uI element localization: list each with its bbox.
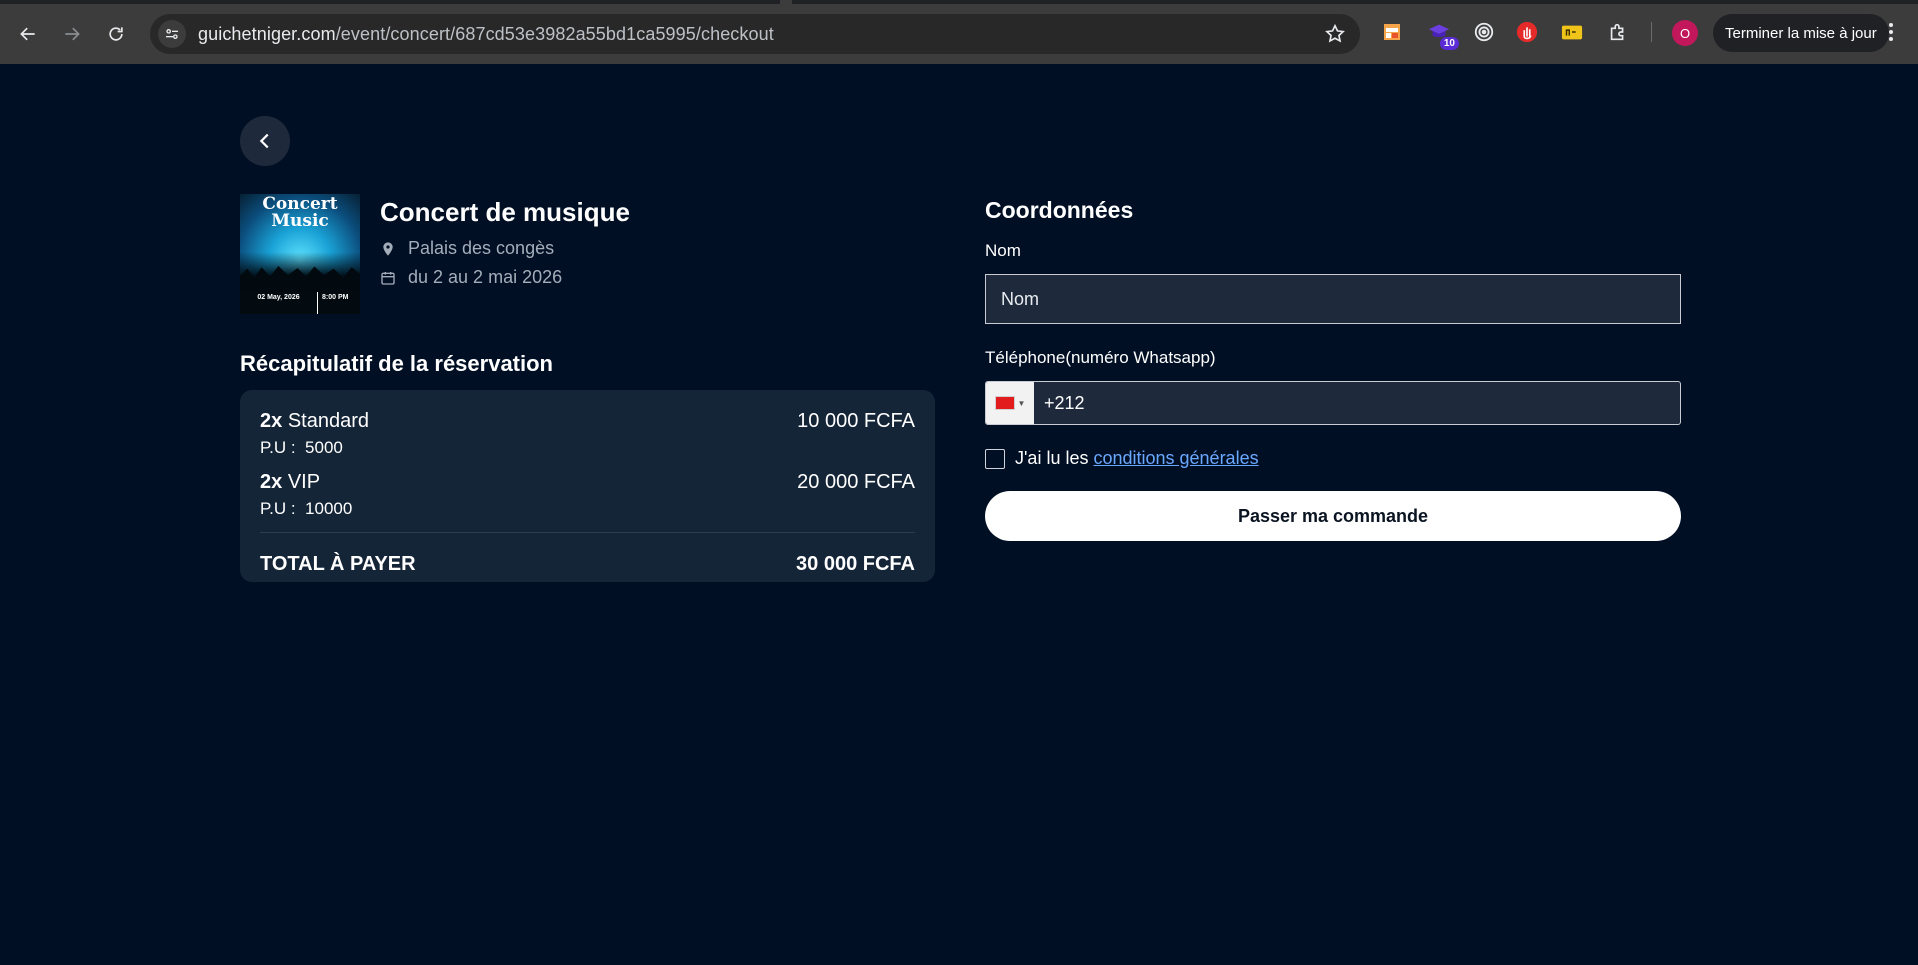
- profile-avatar[interactable]: O: [1672, 20, 1698, 46]
- booking-summary: 2x Standard 10 000 FCFA P.U : 5000 2x VI…: [240, 390, 935, 582]
- phone-field: ▼: [985, 381, 1681, 425]
- toolbar-divider: [1651, 22, 1652, 42]
- form-heading: Coordonnées: [985, 197, 1134, 223]
- extensions-puzzle-icon[interactable]: [1606, 20, 1630, 44]
- total-row: TOTAL À PAYER 30 000 FCFA: [260, 553, 915, 576]
- extension-graduation-icon[interactable]: 10: [1427, 20, 1459, 50]
- event-poster: Concert Music 02 May, 2026 8:00 PM: [240, 194, 360, 314]
- terms-row: J'ai lu les conditions générales: [985, 448, 1681, 469]
- extension-calendar-icon[interactable]: [1380, 20, 1404, 44]
- tab-strip: [0, 0, 1918, 4]
- unit-price-label: P.U :: [260, 438, 296, 457]
- total-value: 30 000 FCFA: [796, 553, 915, 575]
- terms-checkbox[interactable]: [985, 448, 1005, 469]
- place-order-button[interactable]: Passer ma commande: [985, 491, 1681, 541]
- phone-input[interactable]: [1034, 382, 1680, 424]
- ticket-line-vip: 2x VIP 20 000 FCFA P.U : 10000: [260, 471, 915, 519]
- unit-price-label: P.U :: [260, 499, 296, 518]
- name-label: Nom: [985, 241, 1021, 260]
- poster-time: 8:00 PM: [322, 294, 349, 301]
- event-location: Palais des congès: [380, 238, 630, 259]
- ticket-price: 20 000 FCFA: [797, 471, 915, 493]
- url-text: guichetniger.com/event/concert/687cd53e3…: [198, 23, 774, 44]
- more-menu-icon[interactable]: [1888, 22, 1894, 47]
- country-code-selector[interactable]: ▼: [986, 382, 1034, 424]
- terms-link[interactable]: conditions générales: [1093, 448, 1258, 469]
- caret-down-icon: ▼: [1017, 398, 1026, 408]
- site-settings-icon[interactable]: [158, 20, 186, 48]
- location-pin-icon: [383, 241, 393, 256]
- checkout-page: Concert Music 02 May, 2026 8:00 PM Conce…: [0, 64, 1918, 965]
- extension-target-icon[interactable]: [1472, 20, 1496, 44]
- recap-heading: Récapitulatif de la réservation: [240, 351, 553, 376]
- unit-price: 10000: [305, 499, 353, 518]
- event-dates: du 2 au 2 mai 2026: [380, 267, 630, 288]
- phone-label: Téléphone(numéro Whatsapp): [985, 348, 1216, 367]
- terms-text: J'ai lu les: [1015, 448, 1089, 468]
- back-arrow-icon[interactable]: [10, 16, 46, 52]
- total-label: TOTAL À PAYER: [260, 553, 416, 575]
- poster-date: 02 May, 2026: [240, 292, 318, 314]
- ticket-name: Standard: [287, 410, 369, 432]
- ticket-name: VIP: [287, 471, 321, 493]
- back-button[interactable]: [240, 116, 290, 166]
- extension-folder-icon[interactable]: [1560, 20, 1584, 44]
- name-input[interactable]: [985, 274, 1681, 324]
- extension-badge: 10: [1439, 37, 1459, 50]
- summary-divider: [260, 532, 915, 533]
- chevron-left-icon: [259, 133, 269, 149]
- ticket-qty: 2x: [260, 471, 283, 493]
- contact-form: Coordonnées Nom Téléphone(numéro Whatsap…: [985, 197, 1681, 541]
- ticket-qty: 2x: [260, 410, 283, 432]
- flag-icon: [994, 396, 1015, 410]
- address-bar[interactable]: guichetniger.com/event/concert/687cd53e3…: [150, 14, 1360, 54]
- ticket-price: 10 000 FCFA: [797, 410, 915, 432]
- event-title: Concert de musique: [380, 197, 630, 227]
- poster-title: Concert Music: [262, 194, 338, 231]
- extension-hand-icon[interactable]: [1515, 20, 1539, 44]
- calendar-icon: [381, 271, 395, 285]
- forward-arrow-icon[interactable]: [54, 16, 90, 52]
- event-summary: Concert Music 02 May, 2026 8:00 PM Conce…: [240, 194, 630, 314]
- browser-toolbar: guichetniger.com/event/concert/687cd53e3…: [0, 0, 1918, 64]
- bookmark-star-icon[interactable]: [1324, 23, 1346, 50]
- update-chrome-button[interactable]: Terminer la mise à jour: [1713, 14, 1889, 52]
- unit-price: 5000: [305, 438, 343, 457]
- ticket-line-standard: 2x Standard 10 000 FCFA P.U : 5000: [260, 410, 915, 458]
- reload-icon[interactable]: [98, 16, 134, 52]
